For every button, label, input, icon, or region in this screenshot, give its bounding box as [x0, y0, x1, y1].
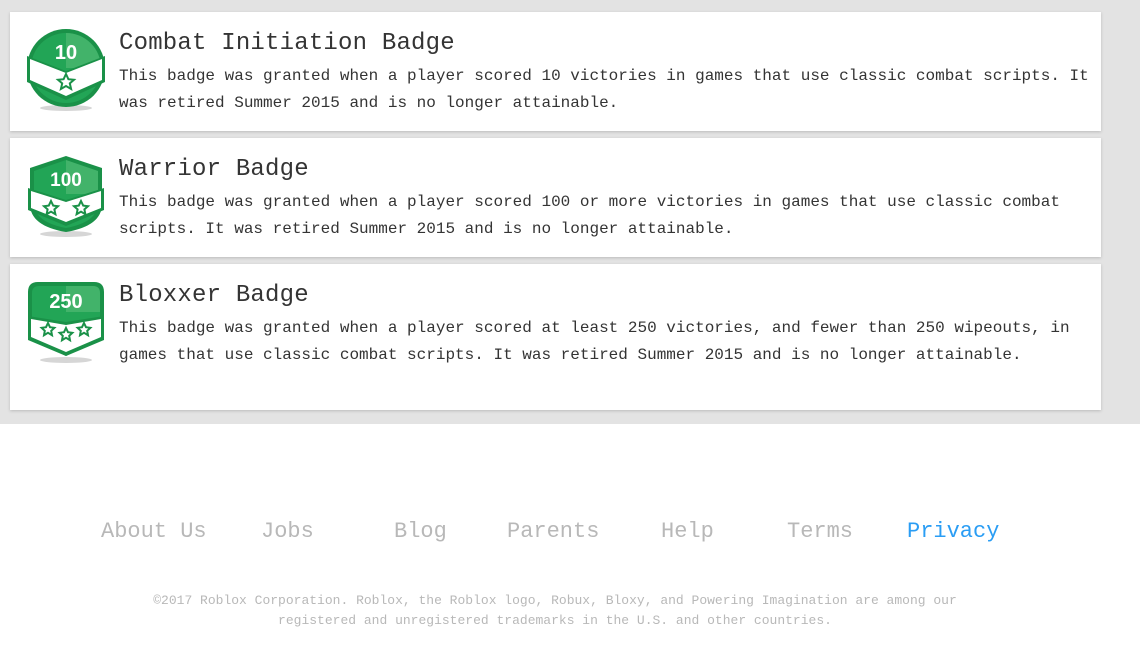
badge-icon-number: 100	[50, 170, 82, 191]
footer-link-about-us[interactable]: About Us	[101, 519, 207, 544]
badge-description: This badge was granted when a player sco…	[119, 319, 1070, 364]
badge-title: Warrior Badge	[119, 156, 309, 183]
badge-card-bloxxer: 250 Bloxxer Badge This badge was granted…	[10, 264, 1101, 410]
warrior-badge-icon: 100	[28, 156, 104, 237]
copyright-notice: ©2017 Roblox Corporation. Roblox, the Ro…	[153, 593, 957, 628]
badge-card-combat-initiation: 10 Combat Initiation Badge This badge wa…	[10, 12, 1101, 131]
footer-links: About Us Jobs Blog Parents Help Terms Pr…	[0, 519, 1140, 551]
footer-link-privacy[interactable]: Privacy	[907, 519, 999, 544]
footer-link-help[interactable]: Help	[661, 519, 714, 544]
footer-link-blog[interactable]: Blog	[394, 519, 447, 544]
combat-initiation-badge-icon: 10	[27, 29, 105, 111]
footer-link-jobs[interactable]: Jobs	[261, 519, 314, 544]
badge-description: This badge was granted when a player sco…	[119, 67, 1089, 112]
badge-title: Bloxxer Badge	[119, 282, 309, 309]
badge-description: This badge was granted when a player sco…	[119, 193, 1060, 238]
badge-title: Combat Initiation Badge	[119, 30, 455, 57]
bloxxer-badge-icon: 250	[28, 282, 104, 363]
badge-icon-number: 10	[55, 42, 77, 64]
footer-link-terms[interactable]: Terms	[787, 519, 853, 544]
badge-card-warrior: 100 Warrior Badge This badge was granted…	[10, 138, 1101, 257]
footer-link-parents[interactable]: Parents	[507, 519, 599, 544]
badge-icon-number: 250	[49, 291, 82, 313]
